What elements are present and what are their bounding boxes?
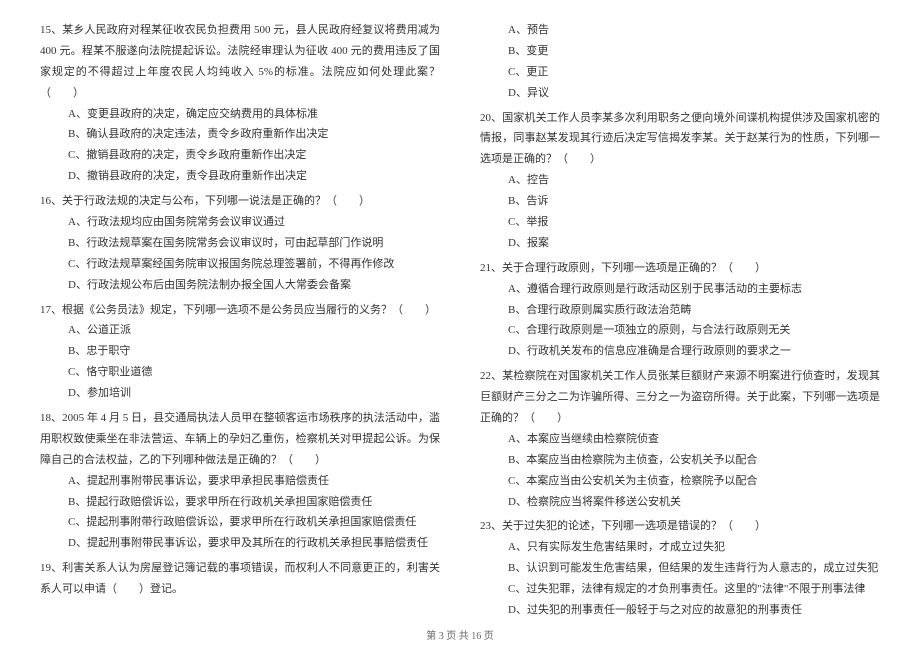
question-text: 17、根据《公务员法》规定，下列哪一选项不是公务员应当履行的义务？（ ） bbox=[40, 300, 440, 321]
option-a: A、变更县政府的决定，确定应交纳费用的具体标准 bbox=[68, 104, 440, 125]
option-b: B、合理行政原则属实质行政法治范畴 bbox=[508, 300, 880, 321]
option-c: C、撤销县政府的决定，责令乡政府重新作出决定 bbox=[68, 145, 440, 166]
option-a: A、控告 bbox=[508, 170, 880, 191]
question-19-options: A、预告 B、变更 C、更正 D、异议 bbox=[480, 20, 880, 104]
option-b: B、告诉 bbox=[508, 191, 880, 212]
option-b: B、行政法规草案在国务院常务会议审议时，可由起草部门作说明 bbox=[68, 233, 440, 254]
option-b: B、忠于职守 bbox=[68, 341, 440, 362]
question-text: 23、关于过失犯的论述，下列哪一选项是错误的？（ ） bbox=[480, 516, 880, 537]
right-column: A、预告 B、变更 C、更正 D、异议 20、国家机关工作人员李某多次利用职务之… bbox=[480, 20, 880, 590]
option-c: C、行政法规草案经国务院审议报国务院总理签署前，不得再作修改 bbox=[68, 254, 440, 275]
question-options: A、本案应当继续由检察院侦查 B、本案应当由检察院为主侦查，公安机关予以配合 C… bbox=[480, 429, 880, 513]
option-c: C、恪守职业道德 bbox=[68, 362, 440, 383]
option-c: C、本案应当由公安机关为主侦查，检察院予以配合 bbox=[508, 471, 880, 492]
option-d: D、过失犯的刑事责任一般轻于与之对应的故意犯的刑事责任 bbox=[508, 600, 880, 621]
option-d: D、行政机关发布的信息应准确是合理行政原则的要求之一 bbox=[508, 341, 880, 362]
question-17: 17、根据《公务员法》规定，下列哪一选项不是公务员应当履行的义务？（ ） A、公… bbox=[40, 300, 440, 404]
question-15: 15、某乡人民政府对程某征收农民负担费用 500 元，县人民政府经复议将费用减为… bbox=[40, 20, 440, 187]
option-b: B、认识到可能发生危害结果，但结果的发生违背行为人意志的，成立过失犯 bbox=[508, 558, 880, 579]
question-options: A、控告 B、告诉 C、举报 D、报案 bbox=[480, 170, 880, 254]
question-options: A、变更县政府的决定，确定应交纳费用的具体标准 B、确认县政府的决定违法，责令乡… bbox=[40, 104, 440, 188]
question-20: 20、国家机关工作人员李某多次利用职务之便向境外间谍机构提供涉及国家机密的情报，… bbox=[480, 108, 880, 254]
option-a: A、公道正派 bbox=[68, 320, 440, 341]
question-16: 16、关于行政法规的决定与公布，下列哪一说法是正确的？（ ） A、行政法规均应由… bbox=[40, 191, 440, 295]
option-a: A、行政法规均应由国务院常务会议审议通过 bbox=[68, 212, 440, 233]
option-b: B、本案应当由检察院为主侦查，公安机关予以配合 bbox=[508, 450, 880, 471]
question-options: A、预告 B、变更 C、更正 D、异议 bbox=[480, 20, 880, 104]
page-footer: 第 3 页 共 16 页 bbox=[0, 627, 920, 642]
left-column: 15、某乡人民政府对程某征收农民负担费用 500 元，县人民政府经复议将费用减为… bbox=[40, 20, 440, 590]
question-options: A、只有实际发生危害结果时，才成立过失犯 B、认识到可能发生危害结果，但结果的发… bbox=[480, 537, 880, 621]
option-a: A、预告 bbox=[508, 20, 880, 41]
option-a: A、提起刑事附带民事诉讼，要求甲承担民事赔偿责任 bbox=[68, 471, 440, 492]
option-d: D、行政法规公布后由国务院法制办报全国人大常委会备案 bbox=[68, 275, 440, 296]
question-text: 18、2005 年 4 月 5 日，县交通局执法人员甲在整顿客运市场秩序的执法活… bbox=[40, 408, 440, 471]
option-a: A、遵循合理行政原则是行政活动区别于民事活动的主要标志 bbox=[508, 279, 880, 300]
question-18: 18、2005 年 4 月 5 日，县交通局执法人员甲在整顿客运市场秩序的执法活… bbox=[40, 408, 440, 554]
question-19: 19、利害关系人认为房屋登记簿记载的事项错误，而权利人不同意更正的，利害关系人可… bbox=[40, 558, 440, 600]
option-d: D、参加培训 bbox=[68, 383, 440, 404]
question-text: 20、国家机关工作人员李某多次利用职务之便向境外间谍机构提供涉及国家机密的情报，… bbox=[480, 108, 880, 171]
option-a: A、本案应当继续由检察院侦查 bbox=[508, 429, 880, 450]
question-text: 21、关于合理行政原则，下列哪一选项是正确的？（ ） bbox=[480, 258, 880, 279]
question-text: 22、某检察院在对国家机关工作人员张某巨额财产来源不明案进行侦查时，发现其巨额财… bbox=[480, 366, 880, 429]
question-22: 22、某检察院在对国家机关工作人员张某巨额财产来源不明案进行侦查时，发现其巨额财… bbox=[480, 366, 880, 512]
question-text: 16、关于行政法规的决定与公布，下列哪一说法是正确的？（ ） bbox=[40, 191, 440, 212]
question-options: A、提起刑事附带民事诉讼，要求甲承担民事赔偿责任 B、提起行政赔偿诉讼，要求甲所… bbox=[40, 471, 440, 555]
question-23: 23、关于过失犯的论述，下列哪一选项是错误的？（ ） A、只有实际发生危害结果时… bbox=[480, 516, 880, 620]
question-options: A、遵循合理行政原则是行政活动区别于民事活动的主要标志 B、合理行政原则属实质行… bbox=[480, 279, 880, 363]
question-21: 21、关于合理行政原则，下列哪一选项是正确的？（ ） A、遵循合理行政原则是行政… bbox=[480, 258, 880, 362]
question-options: A、行政法规均应由国务院常务会议审议通过 B、行政法规草案在国务院常务会议审议时… bbox=[40, 212, 440, 296]
option-a: A、只有实际发生危害结果时，才成立过失犯 bbox=[508, 537, 880, 558]
page-content: 15、某乡人民政府对程某征收农民负担费用 500 元，县人民政府经复议将费用减为… bbox=[0, 0, 920, 620]
question-text: 19、利害关系人认为房屋登记簿记载的事项错误，而权利人不同意更正的，利害关系人可… bbox=[40, 558, 440, 600]
option-b: B、变更 bbox=[508, 41, 880, 62]
option-d: D、报案 bbox=[508, 233, 880, 254]
option-c: C、举报 bbox=[508, 212, 880, 233]
option-c: C、提起刑事附带行政赔偿诉讼，要求甲所在行政机关承担国家赔偿责任 bbox=[68, 512, 440, 533]
option-d: D、检察院应当将案件移送公安机关 bbox=[508, 492, 880, 513]
question-options: A、公道正派 B、忠于职守 C、恪守职业道德 D、参加培训 bbox=[40, 320, 440, 404]
option-b: B、确认县政府的决定违法，责令乡政府重新作出决定 bbox=[68, 124, 440, 145]
option-d: D、撤销县政府的决定，责令县政府重新作出决定 bbox=[68, 166, 440, 187]
question-text: 15、某乡人民政府对程某征收农民负担费用 500 元，县人民政府经复议将费用减为… bbox=[40, 20, 440, 104]
option-b: B、提起行政赔偿诉讼，要求甲所在行政机关承担国家赔偿责任 bbox=[68, 492, 440, 513]
option-c: C、合理行政原则是一项独立的原则，与合法行政原则无关 bbox=[508, 320, 880, 341]
option-d: D、提起刑事附带民事诉讼，要求甲及其所在的行政机关承担民事赔偿责任 bbox=[68, 533, 440, 554]
option-c: C、过失犯罪，法律有规定的才负刑事责任。这里的"法律"不限于刑事法律 bbox=[508, 579, 880, 600]
option-d: D、异议 bbox=[508, 83, 880, 104]
option-c: C、更正 bbox=[508, 62, 880, 83]
